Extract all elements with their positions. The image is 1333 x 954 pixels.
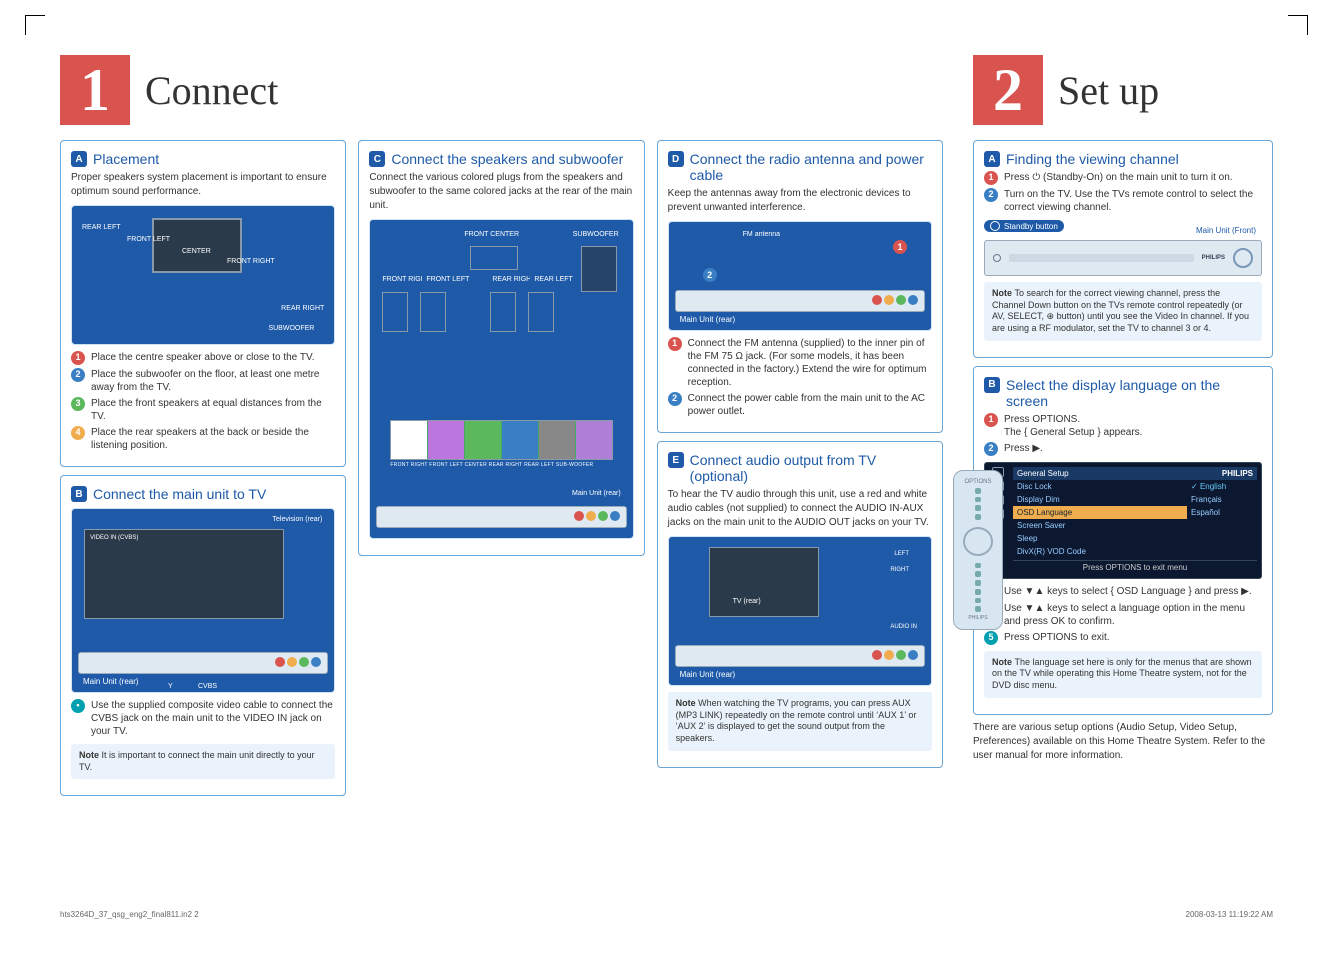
step-badge: 2 xyxy=(984,188,998,202)
page-number-badge: 1 xyxy=(60,55,130,125)
section-title: Finding the viewing channel xyxy=(1006,151,1179,167)
page-title: Connect xyxy=(145,67,278,114)
step-text: Use ▼▲ keys to select { OSD Language } a… xyxy=(1004,585,1252,599)
step-badge: 1 xyxy=(984,171,998,185)
step-text: Press OPTIONS to exit. xyxy=(1004,631,1110,645)
antenna-diagram: FM antenna 1 2 Main Unit (rear) xyxy=(668,221,932,331)
step-text: Use the supplied composite video cable t… xyxy=(91,699,335,738)
step-text: Press ▶. xyxy=(1004,442,1043,456)
speaker-wiring-diagram: FRONT CENTER SUBWOOFER FRONT RIGHT FRONT… xyxy=(369,219,633,539)
step-badge: 2 xyxy=(984,442,998,456)
section-placement: A Placement Proper speakers system place… xyxy=(60,140,346,467)
page-spread: 1 Connect A Placement Proper speakers sy… xyxy=(60,55,1273,884)
step-badge: 4 xyxy=(71,426,85,440)
main-unit-front-illustration: PHILIPS xyxy=(984,240,1262,276)
intro-text: To hear the TV audio through this unit, … xyxy=(668,488,932,530)
step-text: Place the front speakers at equal distan… xyxy=(91,397,335,423)
step-text: Connect the FM antenna (supplied) to the… xyxy=(688,337,932,389)
step-badge: 1 xyxy=(71,351,85,365)
crop-mark xyxy=(1288,15,1308,35)
intro-text: Proper speakers system placement is impo… xyxy=(71,171,335,199)
step-text: Press OPTIONS.The { General Setup } appe… xyxy=(1004,413,1142,439)
placement-steps: 1 Place the centre speaker above or close… xyxy=(71,351,335,452)
page-title: Set up xyxy=(1058,67,1159,114)
step-text: Connect the power cable from the main un… xyxy=(688,392,932,418)
letter-badge: C xyxy=(369,151,385,167)
page-connect: 1 Connect A Placement Proper speakers sy… xyxy=(60,55,943,884)
section-title: Connect the radio antenna and power cabl… xyxy=(690,151,932,183)
footer-timestamp: 2008-03-13 11:19:22 AM xyxy=(1186,910,1273,919)
step-badge: 3 xyxy=(71,397,85,411)
section-title: Placement xyxy=(93,151,159,167)
letter-badge: E xyxy=(668,452,684,468)
remote-control-illustration: OPTIONS PHILIPS xyxy=(953,470,1003,630)
step-text: Use ▼▲ keys to select a language option … xyxy=(1004,602,1262,628)
section-audio-out: E Connect audio output from TV (optional… xyxy=(657,441,943,768)
step-text: Place the centre speaker above or close … xyxy=(91,351,314,365)
bullet-badge: • xyxy=(71,699,85,713)
intro-text: Keep the antennas away from the electron… xyxy=(668,187,932,215)
step-text: Press ⏻ (Standby-On) on the main unit to… xyxy=(1004,171,1233,185)
step-badge: 2 xyxy=(71,368,85,382)
note: Note It is important to connect the main… xyxy=(71,744,335,779)
section-language: B Select the display language on the scr… xyxy=(973,366,1273,715)
section-speakers: C Connect the speakers and subwoofer Con… xyxy=(358,140,644,556)
page-setup: 2 Set up A Finding the viewing channel 1… xyxy=(973,55,1273,884)
step-text: Place the rear speakers at the back or b… xyxy=(91,426,335,452)
section-title: Connect audio output from TV (optional) xyxy=(690,452,932,484)
section-title: Select the display language on the scree… xyxy=(1006,377,1262,409)
note: Note To search for the correct viewing c… xyxy=(984,282,1262,341)
letter-badge: B xyxy=(71,486,87,502)
intro-text: Connect the various colored plugs from t… xyxy=(369,171,633,213)
letter-badge: D xyxy=(668,151,684,167)
osd-menu-illustration: General SetupPHILIPS Disc Lock Display D… xyxy=(984,462,1262,579)
section-title: Connect the main unit to TV xyxy=(93,486,266,502)
note: Note The language set here is only for t… xyxy=(984,651,1262,698)
letter-badge: A xyxy=(984,151,1000,167)
audio-diagram: TV (rear) RIGHT LEFT AUDIO IN Main Unit … xyxy=(668,536,932,686)
step-badge: 1 xyxy=(668,337,682,351)
note: Note When watching the TV programs, you … xyxy=(668,692,932,751)
step-text: Turn on the TV. Use the TVs remote contr… xyxy=(1004,188,1262,214)
letter-badge: A xyxy=(71,151,87,167)
closing-text: There are various setup options (Audio S… xyxy=(973,721,1273,763)
page-footer: hts3264D_37_qsg_eng2_final811.in2 2 2008… xyxy=(60,910,1273,919)
step-text: Place the subwoofer on the floor, at lea… xyxy=(91,368,335,394)
section-antenna: D Connect the radio antenna and power ca… xyxy=(657,140,943,433)
letter-badge: B xyxy=(984,377,1000,393)
standby-callout: Standby button xyxy=(984,220,1064,232)
crop-mark xyxy=(25,15,45,35)
placement-diagram: REAR LEFT FRONT LEFT CENTER FRONT RIGHT … xyxy=(71,205,335,345)
section-title: Connect the speakers and subwoofer xyxy=(391,151,623,167)
tv-connection-diagram: Television (rear) VIDEO IN (CVBS) Y CVBS… xyxy=(71,508,335,693)
step-badge: 5 xyxy=(984,631,998,645)
main-unit-front-label: Main Unit (Front) xyxy=(1196,226,1256,235)
section-viewing-channel: A Finding the viewing channel 1 Press ⏻ (… xyxy=(973,140,1273,358)
step-badge: 1 xyxy=(984,413,998,427)
footer-filename: hts3264D_37_qsg_eng2_final811.in2 2 xyxy=(60,910,199,919)
section-connect-tv: B Connect the main unit to TV Television… xyxy=(60,475,346,796)
page-number-badge: 2 xyxy=(973,55,1043,125)
step-badge: 2 xyxy=(668,392,682,406)
